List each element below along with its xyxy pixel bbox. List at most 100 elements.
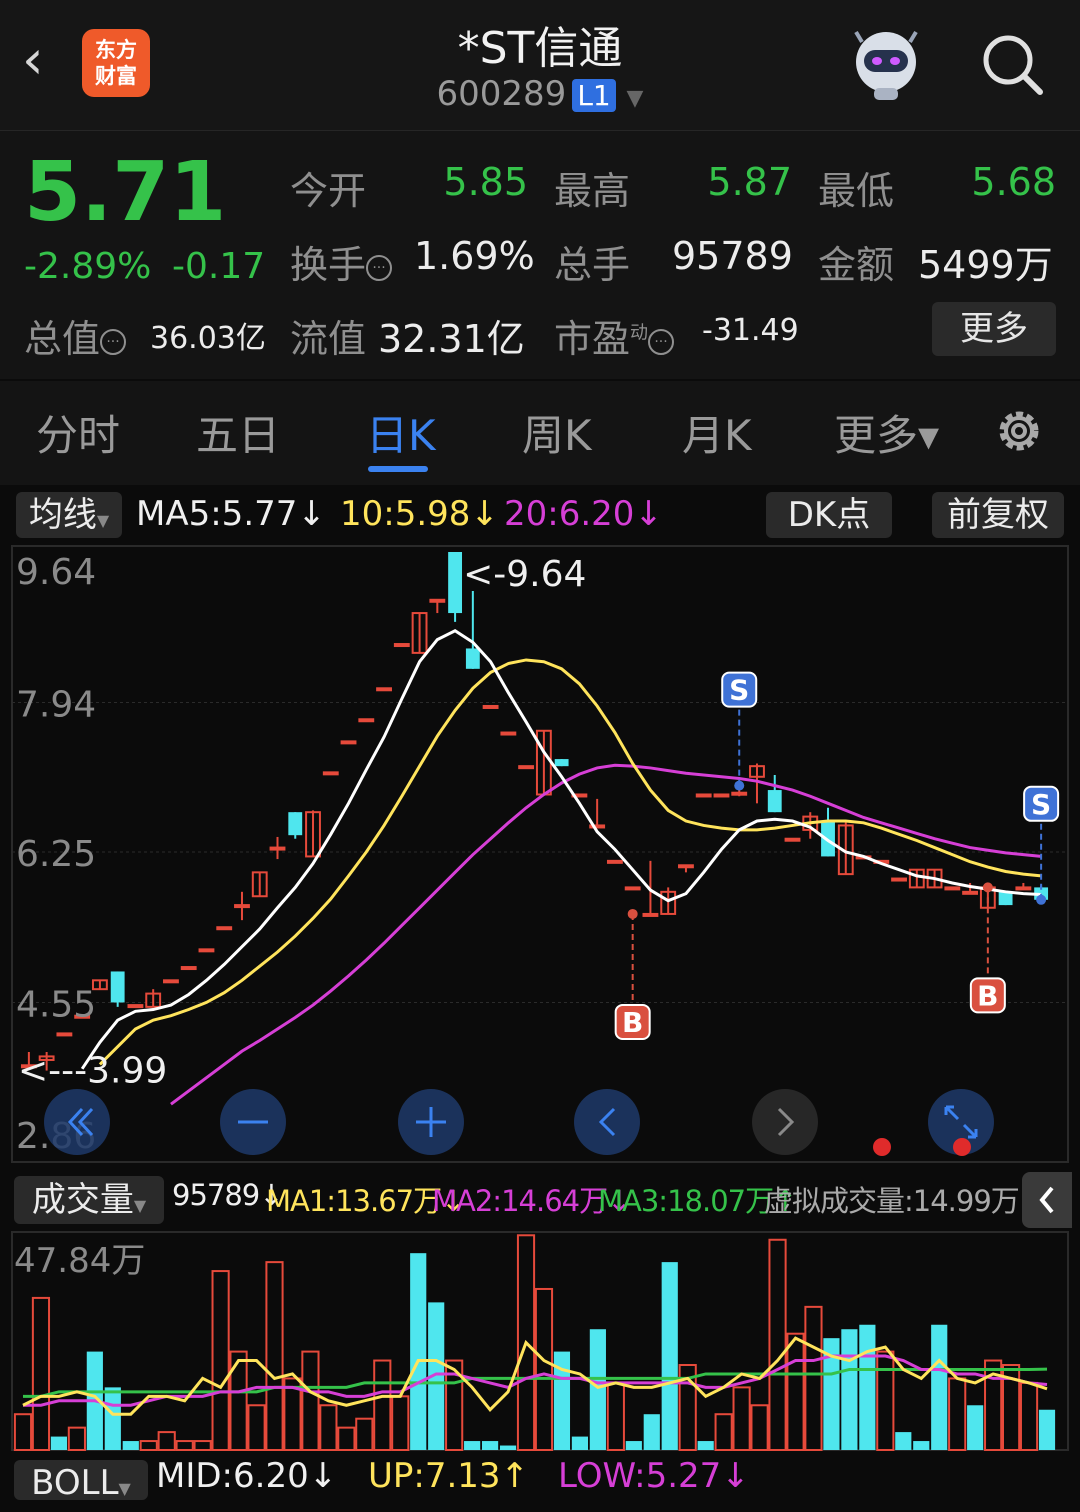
price-tick-label: 4.55 (16, 984, 96, 1025)
trade-markers: <-9.64<---3.99SSBB (18, 554, 1060, 1092)
volume-bar (175, 1440, 194, 1452)
volume-bar (895, 1432, 912, 1450)
volume-value: 95789 (672, 234, 793, 278)
info-icon[interactable]: ··· (366, 254, 393, 281)
candle-body (429, 598, 446, 603)
ma10-line (98, 658, 1042, 1066)
candle-body (518, 765, 535, 770)
volume-bar (625, 1441, 642, 1450)
candle-body (127, 1004, 144, 1009)
dk-point-button[interactable]: DK点 (766, 492, 892, 538)
candle-body (358, 718, 375, 723)
volume-bar (122, 1441, 139, 1450)
open-value: 5.85 (443, 160, 528, 204)
candle-body (269, 846, 286, 851)
tab-daily-k[interactable]: 日K (366, 402, 436, 463)
candle-body (376, 687, 392, 692)
fast-backward-icon[interactable] (42, 1087, 112, 1157)
gear-icon[interactable] (992, 404, 1046, 458)
candle-body (962, 890, 979, 895)
tab-weekly-k[interactable]: 周K (522, 402, 592, 463)
back-chevron-left-icon[interactable]: ‹ (22, 30, 66, 90)
tab-intraday[interactable]: 分时 (36, 402, 120, 463)
volume-tick-labels: 47.84万 (14, 1241, 145, 1281)
pe-label[interactable]: 市盈动 ··· (554, 308, 675, 363)
turnover-label[interactable]: 换手 ··· (290, 234, 393, 289)
zoom-out-icon[interactable] (218, 1087, 288, 1157)
volume-bar (13, 1413, 33, 1452)
candle-body (624, 886, 641, 891)
robot-icon[interactable] (846, 24, 926, 104)
volume-bar (319, 1404, 338, 1452)
amount-value: 5499万 (918, 243, 1053, 287)
candle-body (340, 740, 357, 745)
zoom-in-icon[interactable] (396, 1087, 466, 1157)
volume-bar (482, 1441, 499, 1450)
chevron-right-icon[interactable] (750, 1087, 820, 1157)
info-icon[interactable]: ··· (100, 328, 127, 355)
info-icon[interactable]: ··· (648, 328, 675, 355)
pe-value: -31.49 (702, 313, 799, 348)
candle-body (322, 771, 339, 776)
tab-monthly-k[interactable]: 月K (682, 402, 752, 463)
stock-code-row[interactable]: 600289 L1 ▼ (340, 74, 740, 114)
ma5-line (80, 629, 1042, 1070)
candle-body (482, 704, 499, 709)
high-label: 最高 (554, 169, 631, 213)
adjust-button[interactable]: 前复权 (932, 492, 1064, 538)
volume-bar (1038, 1409, 1056, 1450)
candlestick-chart[interactable]: <-9.64<---3.99SSBB 9.647.946.254.552.86 (0, 540, 1080, 1168)
ma5-label: MA5:5.77↓ (136, 494, 326, 534)
low-value: 5.68 (971, 160, 1056, 204)
boll-selector-label: BOLL (31, 1463, 119, 1503)
volume-bar (265, 1261, 284, 1451)
marker-letter: B (977, 979, 998, 1012)
volume-bar (373, 1359, 392, 1451)
candle-body (1015, 886, 1032, 891)
candle-body (180, 966, 197, 971)
ma-selector[interactable]: 均线▼ (16, 492, 122, 538)
red-dot-icon (873, 1138, 891, 1156)
total-cap-label[interactable]: 总值 ··· (24, 308, 127, 363)
volume-indicator-selector[interactable]: 成交量▼ (14, 1176, 164, 1224)
candle-body (465, 648, 480, 669)
chart-frame (11, 545, 1069, 1163)
turnover-value: 1.69% (414, 234, 535, 278)
candle-body (448, 552, 463, 614)
volume-bar (67, 1426, 86, 1451)
boll-selector[interactable]: BOLL▼ (14, 1460, 148, 1503)
low-label: 最低 (818, 169, 895, 213)
chevron-left-icon[interactable] (572, 1087, 642, 1157)
candle-body (56, 1032, 73, 1037)
volume-chart[interactable]: 47.84万 (0, 1230, 1080, 1452)
volume-bar (931, 1324, 948, 1450)
volume-bar (211, 1270, 230, 1451)
collapse-panel-button[interactable] (1022, 1172, 1072, 1228)
candle-body (695, 793, 712, 798)
more-quote-button[interactable]: 更多 (932, 302, 1056, 356)
candle-body (998, 891, 1013, 906)
marker-dot (982, 882, 993, 893)
volume-bar (661, 1262, 678, 1450)
eastmoney-logo[interactable]: 东方 财富 (82, 29, 150, 97)
total-cap-label-text: 总值 (24, 317, 101, 361)
stock-code: 600289 (436, 74, 567, 114)
volume-bars (13, 1234, 1056, 1452)
search-icon[interactable] (978, 30, 1048, 100)
volume-bar (697, 1441, 714, 1450)
open-label: 今开 (290, 169, 367, 213)
volume-bar (804, 1305, 823, 1451)
boll-up: UP:7.13↑ (368, 1456, 530, 1496)
candle-body (554, 759, 569, 767)
candle-body (198, 948, 215, 953)
volume-bar (193, 1440, 212, 1452)
ma20-label: 20:6.20↓ (504, 494, 663, 534)
volume-bar (391, 1395, 410, 1452)
tab-five-day[interactable]: 五日 (196, 402, 280, 463)
tab-more[interactable]: 更多▾ (834, 402, 939, 463)
candle-body (731, 791, 748, 796)
candle-body (500, 731, 517, 736)
candle-body (944, 886, 961, 891)
ma-lines (80, 629, 1042, 1106)
candle-body (110, 971, 125, 1003)
